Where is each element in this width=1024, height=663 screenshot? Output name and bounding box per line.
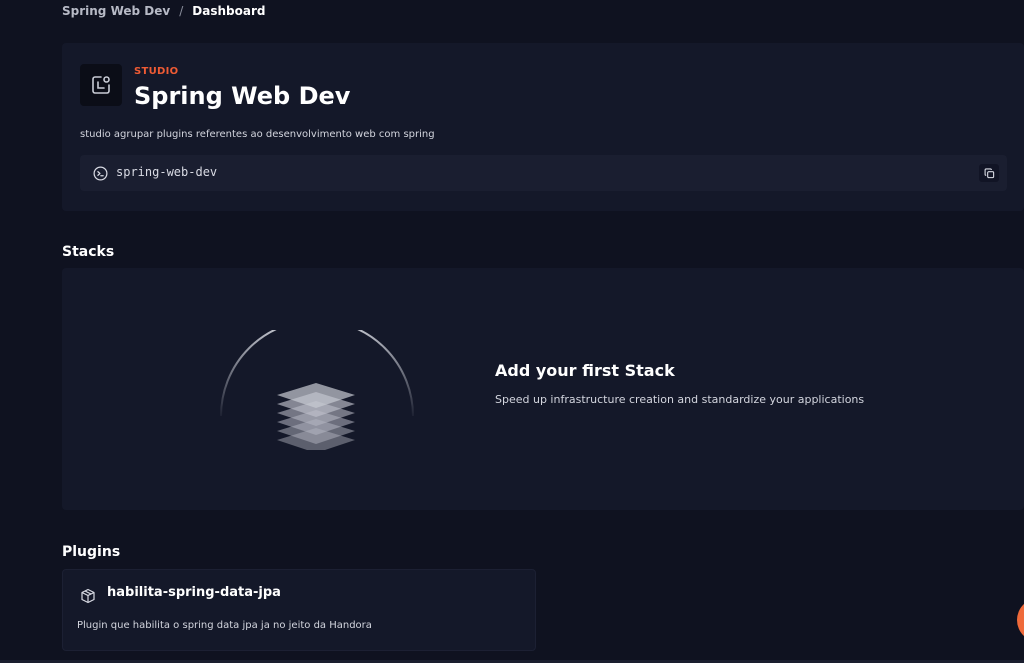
studio-icon-box xyxy=(80,64,122,106)
layers-icon xyxy=(220,330,414,450)
studio-description: studio agrupar plugins referentes ao des… xyxy=(80,129,435,140)
studio-slug-bar: spring-web-dev xyxy=(80,155,1007,191)
copy-slug-button[interactable] xyxy=(979,164,999,182)
box-icon xyxy=(81,588,95,604)
studio-slug: spring-web-dev xyxy=(116,165,218,179)
studio-kind-label: STUDIO xyxy=(134,66,179,77)
stacks-empty-title: Add your first Stack xyxy=(495,361,675,380)
stacks-heading: Stacks xyxy=(62,244,115,260)
breadcrumb-separator: / xyxy=(179,4,184,18)
breadcrumb: Spring Web Dev / Dashboard xyxy=(62,3,265,19)
studio-icon xyxy=(92,76,110,94)
floating-help-button[interactable] xyxy=(1017,598,1024,642)
stacks-empty-card: Add your first Stack Speed up infrastruc… xyxy=(62,268,1024,510)
breadcrumb-current: Dashboard xyxy=(192,4,266,18)
plugin-description: Plugin que habilita o spring data jpa ja… xyxy=(77,620,372,631)
terminal-icon xyxy=(93,166,108,181)
plugins-heading: Plugins xyxy=(62,544,121,560)
studio-card: STUDIO Spring Web Dev studio agrupar plu… xyxy=(62,43,1024,211)
copy-icon xyxy=(984,167,994,178)
plugin-name: habilita-spring-data-jpa xyxy=(107,585,281,600)
breadcrumb-studio-link[interactable]: Spring Web Dev xyxy=(62,4,170,18)
plugin-card[interactable]: habilita-spring-data-jpa Plugin que habi… xyxy=(62,569,536,651)
stacks-empty-subtitle: Speed up infrastructure creation and sta… xyxy=(495,393,865,406)
studio-title: Spring Web Dev xyxy=(134,82,351,110)
